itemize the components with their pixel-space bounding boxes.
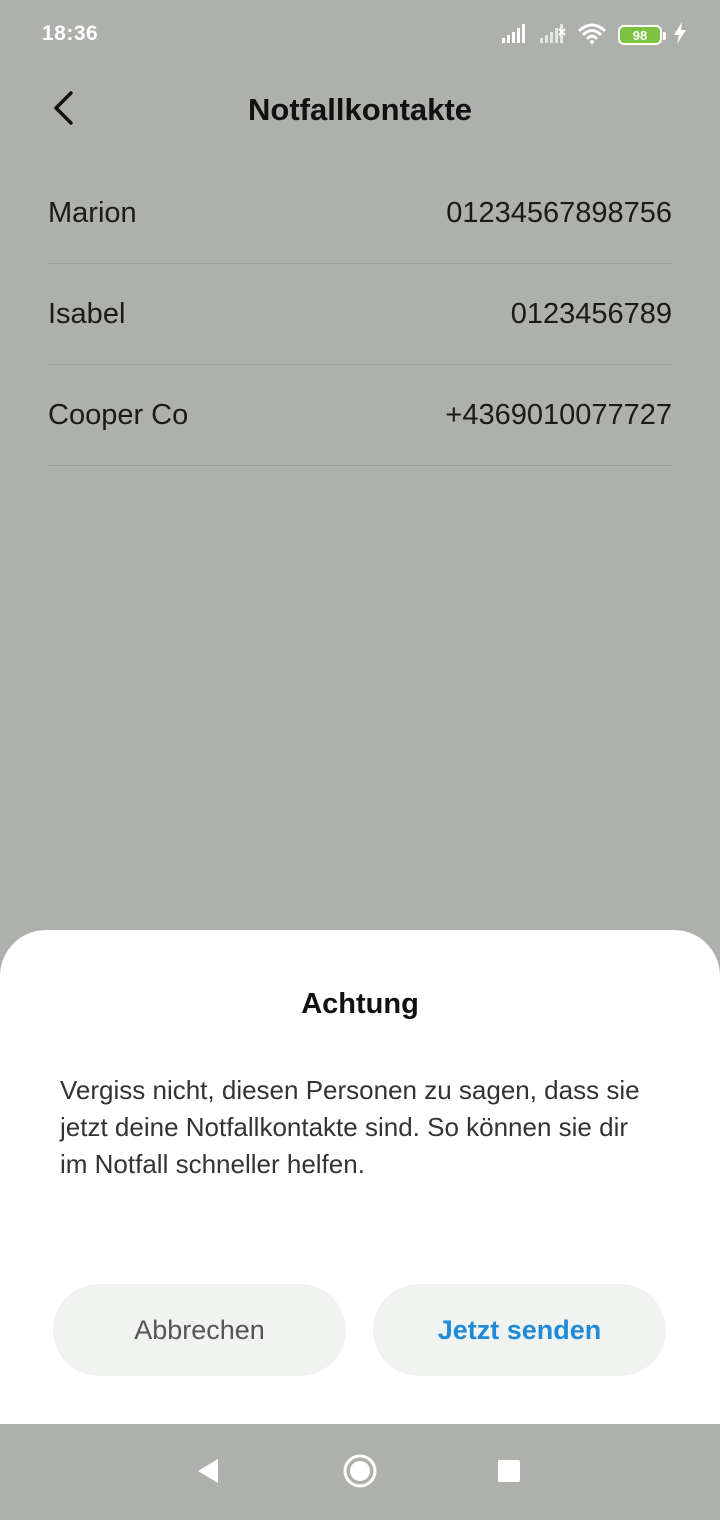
cancel-button[interactable]: Abbrechen	[53, 1284, 346, 1376]
battery-icon: 98	[618, 25, 666, 45]
signal-icon	[502, 23, 528, 48]
status-icons: 98	[502, 20, 686, 50]
nav-recents-icon	[497, 1459, 521, 1488]
dialog-title: Achtung	[301, 988, 419, 1020]
send-now-button[interactable]: Jetzt senden	[373, 1284, 666, 1376]
contact-row[interactable]: Isabel 0123456789	[48, 264, 672, 365]
contact-name: Cooper Co	[48, 398, 189, 431]
wifi-icon	[578, 22, 606, 49]
charging-icon	[674, 21, 686, 49]
contact-name: Marion	[48, 196, 137, 229]
nav-recents-button[interactable]	[484, 1448, 534, 1498]
status-bar: 18:36 98	[0, 0, 720, 70]
contact-phone: 0123456789	[510, 297, 672, 330]
contact-list: Marion 01234567898756 Isabel 0123456789 …	[48, 163, 672, 466]
battery-level: 98	[632, 27, 648, 43]
dialog-message: Vergiss nicht, diesen Personen zu sagen,…	[60, 1075, 640, 1179]
signal-icon-secondary	[540, 23, 566, 48]
contact-name: Isabel	[48, 297, 126, 330]
app-header: Notfallkontakte	[0, 70, 720, 150]
page-title: Notfallkontakte	[248, 92, 472, 127]
nav-home-icon	[342, 1453, 378, 1494]
status-time: 18:36	[42, 22, 99, 45]
contact-row[interactable]: Cooper Co +4369010077727	[48, 365, 672, 466]
contact-phone: +4369010077727	[445, 398, 672, 431]
contact-phone: 01234567898756	[446, 196, 672, 229]
contact-row[interactable]: Marion 01234567898756	[48, 163, 672, 264]
nav-back-button[interactable]	[183, 1448, 233, 1498]
nav-back-icon	[196, 1458, 220, 1489]
alert-dialog: Achtung Vergiss nicht, diesen Personen z…	[0, 930, 720, 1424]
navigation-bar	[0, 1424, 720, 1520]
nav-home-button[interactable]	[335, 1448, 385, 1498]
